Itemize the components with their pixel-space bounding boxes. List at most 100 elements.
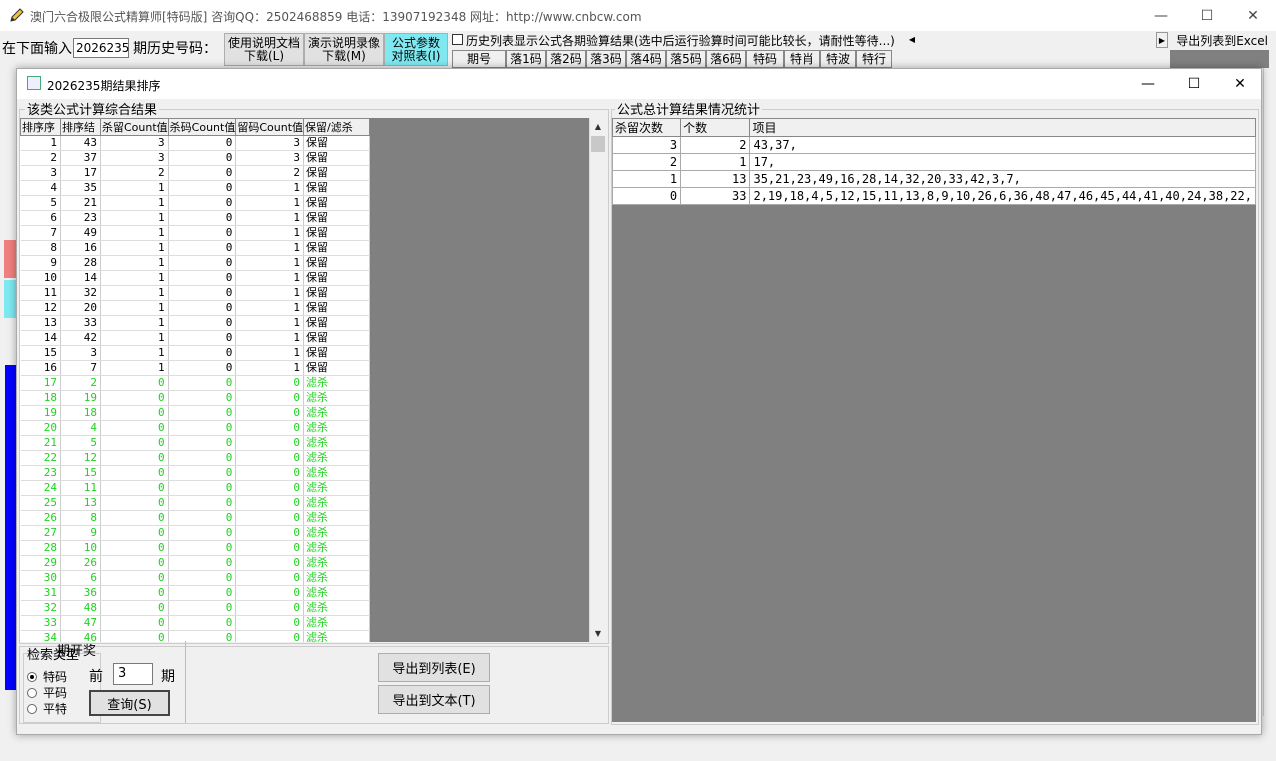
radio-pingma[interactable]: 平码: [27, 684, 67, 701]
column-header[interactable]: 特波: [820, 50, 856, 68]
history-checkbox[interactable]: [452, 34, 463, 45]
table-cell: 0: [100, 585, 169, 601]
table-row[interactable]: 32 48 0 0 0 滤杀: [20, 600, 371, 616]
result-grid[interactable]: 排序序 排序结 杀留Count值 杀码Count值 留码Count值 保留/滤杀…: [20, 118, 604, 642]
header-cell[interactable]: 排序结: [60, 118, 101, 136]
table-row[interactable]: 4 35 1 0 1 保留: [20, 180, 371, 196]
column-header[interactable]: 期号: [452, 50, 506, 68]
table-row[interactable]: 6 23 1 0 1 保留: [20, 210, 371, 226]
header-cell[interactable]: 个数: [680, 118, 751, 137]
table-cell: 0: [100, 540, 169, 556]
video-download-button[interactable]: 演示说明录像 下载(M): [304, 33, 384, 66]
header-cell[interactable]: 杀码Count值: [167, 118, 237, 136]
scroll-right-icon[interactable]: ▶: [1156, 32, 1168, 48]
close-button[interactable]: ✕: [1230, 0, 1276, 31]
header-cell[interactable]: 保留/滤杀: [303, 118, 371, 136]
table-row[interactable]: 20 4 0 0 0 滤杀: [20, 420, 371, 436]
table-cell: 1: [100, 315, 169, 331]
table-cell: 43,37,: [749, 136, 1256, 154]
table-row[interactable]: 24 11 0 0 0 滤杀: [20, 480, 371, 496]
radio-dot[interactable]: [27, 687, 37, 698]
table-row[interactable]: 30 6 0 0 0 滤杀: [20, 570, 371, 586]
header-cell[interactable]: 杀留Count值: [100, 118, 169, 136]
table-row[interactable]: 21 5 0 0 0 滤杀: [20, 435, 371, 451]
scroll-left-icon[interactable]: ◀: [906, 32, 918, 48]
result-grid-scrollbar[interactable]: ▲ ▼: [589, 118, 606, 642]
table-row[interactable]: 1 13 35,21,23,49,16,28,14,32,20,33,42,3,7,: [612, 170, 1256, 188]
table-cell: 0: [235, 615, 305, 631]
table-row[interactable]: 13 33 1 0 1 保留: [20, 315, 371, 331]
radio-pingte[interactable]: 平特: [27, 700, 67, 717]
table-row[interactable]: 25 13 0 0 0 滤杀: [20, 495, 371, 511]
table-row[interactable]: 16 7 1 0 1 保留: [20, 360, 371, 376]
table-row[interactable]: 26 8 0 0 0 滤杀: [20, 510, 371, 526]
table-cell: 14: [60, 270, 101, 286]
column-header[interactable]: 特肖: [784, 50, 820, 68]
table-row[interactable]: 14 42 1 0 1 保留: [20, 330, 371, 346]
column-header[interactable]: 落6码: [706, 50, 746, 68]
table-row[interactable]: 11 32 1 0 1 保留: [20, 285, 371, 301]
query-button[interactable]: 查询(S): [89, 690, 170, 716]
table-row[interactable]: 23 15 0 0 0 滤杀: [20, 465, 371, 481]
prev-count-input[interactable]: 3: [113, 663, 153, 685]
table-row[interactable]: 28 10 0 0 0 滤杀: [20, 540, 371, 556]
scroll-up-icon[interactable]: ▲: [590, 118, 606, 134]
table-row[interactable]: 2 37 3 0 3 保留: [20, 150, 371, 166]
column-header[interactable]: 落2码: [546, 50, 586, 68]
table-cell: 1: [100, 225, 169, 241]
period-input[interactable]: 2026235: [73, 38, 129, 58]
scroll-thumb[interactable]: [591, 136, 605, 152]
doc-download-button[interactable]: 使用说明文档 下载(L): [224, 33, 304, 66]
formula-table-button[interactable]: 公式参数 对照表(I): [384, 33, 448, 66]
table-row[interactable]: 1 43 3 0 3 保留: [20, 135, 371, 151]
column-header[interactable]: 落4码: [626, 50, 666, 68]
dialog-close-button[interactable]: ✕: [1217, 69, 1263, 99]
table-row[interactable]: 17 2 0 0 0 滤杀: [20, 375, 371, 391]
dialog-maximize-button[interactable]: ☐: [1171, 69, 1217, 99]
table-row[interactable]: 9 28 1 0 1 保留: [20, 255, 371, 271]
column-header[interactable]: 特码: [746, 50, 784, 68]
stats-grid[interactable]: 杀留次数 个数 项目 3 2 43,37, 2 1 17, 1 13 35,21,23,49,1…: [612, 118, 1256, 722]
table-cell: 0: [100, 510, 169, 526]
export-text-button[interactable]: 导出到文本(T): [378, 685, 490, 714]
column-header[interactable]: 落3码: [586, 50, 626, 68]
column-header[interactable]: 特行: [856, 50, 892, 68]
table-row[interactable]: 2 1 17,: [612, 153, 1256, 171]
column-header[interactable]: 落5码: [666, 50, 706, 68]
export-list-button[interactable]: 导出到列表(E): [378, 653, 490, 682]
table-row[interactable]: 22 12 0 0 0 滤杀: [20, 450, 371, 466]
table-row[interactable]: 12 20 1 0 1 保留: [20, 300, 371, 316]
radio-dot[interactable]: [27, 671, 37, 682]
header-cell[interactable]: 杀留次数: [612, 118, 682, 137]
column-header[interactable]: 落1码: [506, 50, 546, 68]
table-cell: 21: [20, 435, 61, 451]
table-row[interactable]: 15 3 1 0 1 保留: [20, 345, 371, 361]
export-excel-button[interactable]: 导出列表到Excel: [1172, 32, 1268, 48]
table-row[interactable]: 7 49 1 0 1 保留: [20, 225, 371, 241]
table-row[interactable]: 5 21 1 0 1 保留: [20, 195, 371, 211]
header-cell[interactable]: 排序序: [20, 118, 61, 136]
table-row[interactable]: 3 2 43,37,: [612, 136, 1256, 154]
table-cell: 35,21,23,49,16,28,14,32,20,33,42,3,7,: [749, 170, 1256, 188]
table-row[interactable]: 27 9 0 0 0 滤杀: [20, 525, 371, 541]
table-cell: 13: [20, 315, 61, 331]
table-row[interactable]: 18 19 0 0 0 滤杀: [20, 390, 371, 406]
header-cell[interactable]: 留码Count值: [235, 118, 305, 136]
table-row[interactable]: 31 36 0 0 0 滤杀: [20, 585, 371, 601]
table-row[interactable]: 19 18 0 0 0 滤杀: [20, 405, 371, 421]
table-row[interactable]: 10 14 1 0 1 保留: [20, 270, 371, 286]
radio-dot[interactable]: [27, 703, 37, 714]
radio-tema[interactable]: 特码: [27, 668, 67, 685]
table-row[interactable]: 0 33 2,19,18,4,5,12,15,11,13,8,9,10,26,6,3…: [612, 187, 1256, 205]
table-row[interactable]: 29 26 0 0 0 滤杀: [20, 555, 371, 571]
table-cell: 33: [20, 615, 61, 631]
table-row[interactable]: 3 17 2 0 2 保留: [20, 165, 371, 181]
maximize-button[interactable]: ☐: [1184, 0, 1230, 31]
table-row[interactable]: 8 16 1 0 1 保留: [20, 240, 371, 256]
minimize-button[interactable]: —: [1138, 0, 1184, 31]
table-cell: 0: [235, 525, 305, 541]
header-cell[interactable]: 项目: [749, 118, 1256, 137]
table-row[interactable]: 33 47 0 0 0 滤杀: [20, 615, 371, 631]
scroll-down-icon[interactable]: ▼: [590, 625, 606, 641]
dialog-minimize-button[interactable]: —: [1125, 69, 1171, 99]
